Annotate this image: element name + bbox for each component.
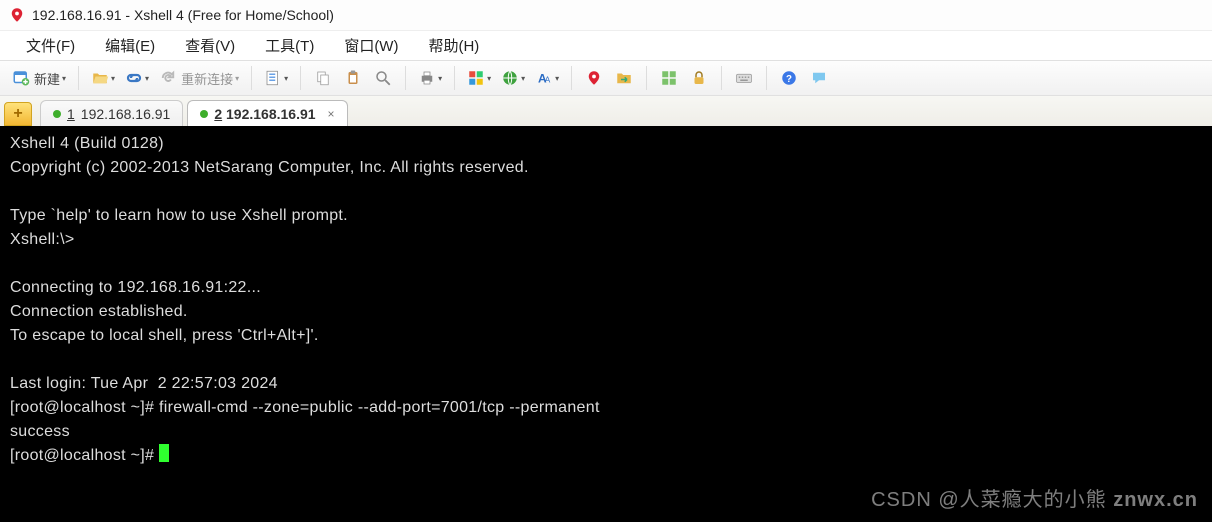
xftp-button[interactable]	[610, 64, 638, 92]
status-dot-icon	[53, 110, 61, 118]
toolbar-separator	[721, 66, 722, 90]
reconnect-button[interactable]: 重新连接 ▾	[155, 64, 243, 92]
reconnect-label: 重新连接	[181, 69, 233, 88]
terminal-output[interactable]: Xshell 4 (Build 0128) Copyright (c) 2002…	[0, 126, 1212, 522]
session-tab-2[interactable]: 2 192.168.16.91 ×	[187, 100, 347, 126]
chevron-down-icon: ▾	[438, 74, 442, 83]
toolbar-separator	[405, 66, 406, 90]
terminal-line: Type `help' to learn how to use Xshell p…	[10, 207, 348, 224]
help-icon: ?	[780, 69, 798, 87]
folder-open-icon	[91, 69, 109, 87]
lock-button[interactable]	[685, 64, 713, 92]
tab-index: 1	[67, 106, 75, 122]
grid-icon	[660, 69, 678, 87]
terminal-line: Connecting to 192.168.16.91:22...	[10, 279, 261, 296]
menu-tools[interactable]: 工具(T)	[257, 31, 322, 60]
terminal-cursor	[159, 444, 169, 462]
menu-window[interactable]: 窗口(W)	[336, 31, 406, 60]
chevron-down-icon: ▾	[284, 74, 288, 83]
chevron-down-icon: ▾	[521, 74, 525, 83]
new-session-button[interactable]: 新建 ▾	[8, 64, 70, 92]
font-icon: AA	[535, 69, 553, 87]
tile-button[interactable]	[655, 64, 683, 92]
properties-button[interactable]: ▾	[260, 64, 292, 92]
color-squares-icon	[467, 69, 485, 87]
chevron-down-icon: ▾	[145, 74, 149, 83]
keyboard-button[interactable]	[730, 64, 758, 92]
encoding-button[interactable]: ▾	[497, 64, 529, 92]
keyboard-icon	[735, 69, 753, 87]
terminal-line: Copyright (c) 2002-2013 NetSarang Comput…	[10, 159, 529, 176]
new-window-icon	[12, 69, 30, 87]
terminal-line: [root@localhost ~]# firewall-cmd --zone=…	[10, 399, 600, 416]
toolbar: 新建 ▾ ▾ ▾ 重新连接 ▾ ▾ ▾ ▾ ▾ AA	[0, 60, 1212, 96]
copy-icon	[314, 69, 332, 87]
plus-icon: +	[13, 105, 22, 123]
toolbar-separator	[300, 66, 301, 90]
terminal-line: success	[10, 423, 70, 440]
toolbar-separator	[766, 66, 767, 90]
help-button[interactable]: ?	[775, 64, 803, 92]
new-session-label: 新建	[34, 69, 60, 88]
toolbar-separator	[646, 66, 647, 90]
toolbar-separator	[571, 66, 572, 90]
globe-icon	[501, 69, 519, 87]
open-button[interactable]: ▾	[87, 64, 119, 92]
toolbar-separator	[454, 66, 455, 90]
toolbar-separator	[78, 66, 79, 90]
refresh-icon	[159, 69, 177, 87]
session-tab-1[interactable]: 1 192.168.16.91	[40, 100, 183, 126]
new-tab-button[interactable]: +	[4, 102, 32, 126]
menu-file[interactable]: 文件(F)	[18, 31, 83, 60]
window-title: 192.168.16.91 - Xshell 4 (Free for Home/…	[32, 7, 334, 23]
xshell-button[interactable]	[580, 64, 608, 92]
xshell-pin-icon	[585, 69, 603, 87]
folder-transfer-icon	[615, 69, 633, 87]
menu-edit[interactable]: 编辑(E)	[97, 31, 163, 60]
app-icon	[8, 6, 26, 24]
toolbar-separator	[251, 66, 252, 90]
chevron-down-icon: ▾	[555, 74, 559, 83]
tab-label: 192.168.16.91	[226, 106, 316, 122]
chevron-down-icon: ▾	[487, 74, 491, 83]
connect-button[interactable]: ▾	[121, 64, 153, 92]
chevron-down-icon: ▾	[235, 74, 239, 83]
chevron-down-icon: ▾	[62, 74, 66, 83]
close-tab-button[interactable]: ×	[328, 107, 335, 121]
properties-icon	[264, 69, 282, 87]
menu-view[interactable]: 查看(V)	[177, 31, 243, 60]
terminal-line: To escape to local shell, press 'Ctrl+Al…	[10, 327, 319, 344]
window-titlebar: 192.168.16.91 - Xshell 4 (Free for Home/…	[0, 0, 1212, 30]
print-button[interactable]: ▾	[414, 64, 446, 92]
menu-bar: 文件(F) 编辑(E) 查看(V) 工具(T) 窗口(W) 帮助(H)	[0, 30, 1212, 60]
link-icon	[125, 69, 143, 87]
svg-text:?: ?	[786, 74, 792, 85]
paste-button[interactable]	[339, 64, 367, 92]
terminal-line: Last login: Tue Apr 2 22:57:03 2024	[10, 375, 278, 392]
lock-icon	[690, 69, 708, 87]
terminal-line: Xshell 4 (Build 0128)	[10, 135, 164, 152]
menu-help[interactable]: 帮助(H)	[420, 31, 487, 60]
copy-button[interactable]	[309, 64, 337, 92]
speech-bubble-icon	[810, 69, 828, 87]
tab-label: 192.168.16.91	[81, 106, 171, 122]
terminal-line: [root@localhost ~]#	[10, 447, 159, 464]
color-scheme-button[interactable]: ▾	[463, 64, 495, 92]
chevron-down-icon: ▾	[111, 74, 115, 83]
tab-index: 2	[214, 106, 222, 122]
status-dot-icon	[200, 110, 208, 118]
find-button[interactable]	[369, 64, 397, 92]
clipboard-icon	[344, 69, 362, 87]
terminal-line: Xshell:\>	[10, 231, 75, 248]
tab-strip: + 1 192.168.16.91 2 192.168.16.91 ×	[0, 96, 1212, 126]
printer-icon	[418, 69, 436, 87]
search-icon	[374, 69, 392, 87]
chat-button[interactable]	[805, 64, 833, 92]
font-button[interactable]: AA ▾	[531, 64, 563, 92]
svg-text:A: A	[545, 76, 551, 85]
terminal-line: Connection established.	[10, 303, 188, 320]
